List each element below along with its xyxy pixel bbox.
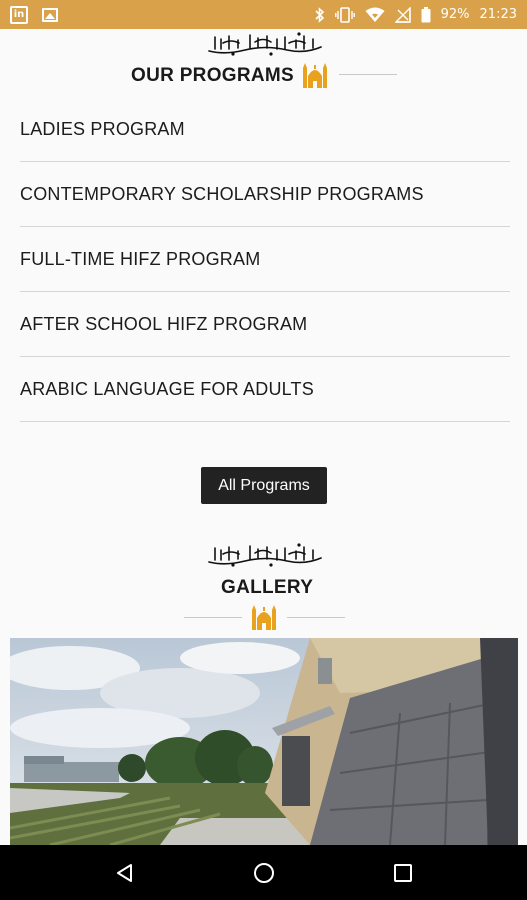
home-icon[interactable] <box>234 848 294 898</box>
program-item-arabic-language[interactable]: ARABIC LANGUAGE FOR ADULTS <box>20 357 510 422</box>
title-divider <box>339 74 397 75</box>
mosque-icon <box>252 605 276 630</box>
signal-icon <box>394 6 411 23</box>
title-divider <box>287 617 345 618</box>
program-item-after-school-hifz[interactable]: AFTER SCHOOL HIFZ PROGRAM <box>20 292 510 357</box>
gallery-image[interactable] <box>10 638 518 845</box>
all-programs-button[interactable]: All Programs <box>201 467 327 504</box>
program-item-full-time-hifz[interactable]: FULL-TIME HIFZ PROGRAM <box>20 227 510 292</box>
status-bar: in 92% 21:23 <box>0 0 527 29</box>
recents-icon[interactable] <box>373 848 433 898</box>
bluetooth-icon <box>315 6 325 23</box>
gallery-title: GALLERY <box>221 577 314 598</box>
program-item-contemporary-scholarship[interactable]: CONTEMPORARY SCHOLARSHIP PROGRAMS <box>20 162 510 227</box>
programs-list: LADIES PROGRAM CONTEMPORARY SCHOLARSHIP … <box>20 97 510 422</box>
bismillah-calligraphy <box>208 543 322 567</box>
program-item-ladies[interactable]: LADIES PROGRAM <box>20 97 510 162</box>
navigation-bar <box>0 845 527 900</box>
clock: 21:23 <box>479 7 517 22</box>
image-icon <box>42 7 58 22</box>
bismillah-calligraphy <box>208 32 322 56</box>
battery-icon <box>421 6 431 23</box>
programs-title: OUR PROGRAMS <box>131 65 294 86</box>
mosque-icon <box>303 63 327 88</box>
back-icon[interactable] <box>95 848 155 898</box>
wifi-icon <box>365 7 385 23</box>
vibrate-icon <box>334 6 355 23</box>
main-content[interactable]: OUR PROGRAMS LADIES PROGRAM CONTEMPORARY… <box>0 29 527 845</box>
title-divider <box>184 617 242 618</box>
linkedin-icon: in <box>10 5 28 24</box>
battery-percent: 92% <box>440 7 470 22</box>
